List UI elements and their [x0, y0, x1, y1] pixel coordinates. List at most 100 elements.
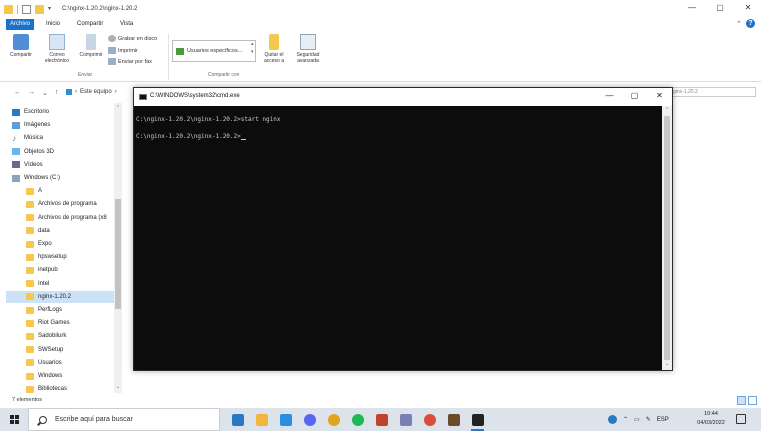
tab-compartir[interactable]: Compartir: [73, 19, 107, 30]
sidebar-item[interactable]: Expo: [26, 238, 114, 250]
customize-toolbar-chevron-icon[interactable]: ▾: [48, 5, 51, 14]
print-button[interactable]: Imprimir: [108, 47, 138, 54]
sidebar-item[interactable]: data: [26, 225, 114, 237]
spotify-app[interactable]: [348, 410, 367, 429]
sidebar-item-label: A: [38, 188, 43, 195]
sidebar-item[interactable]: A: [26, 185, 114, 197]
network-icon[interactable]: ▭: [634, 416, 640, 423]
sidebar-item[interactable]: Escritorio: [12, 106, 114, 118]
sidebar-item[interactable]: Intel: [26, 278, 114, 290]
chrome-app[interactable]: [324, 410, 343, 429]
sidebar-item-label: Archivos de programa (x8: [38, 214, 107, 221]
taskview-app[interactable]: [228, 410, 247, 429]
discord-app[interactable]: [300, 410, 319, 429]
ribbon-tabs: Archivo Inicio Compartir Vista ⌃ ?: [0, 18, 761, 30]
sidebar-item[interactable]: Riot Games: [26, 317, 114, 329]
sidebar-item[interactable]: Archivos de programa (x8: [26, 212, 114, 224]
sidebar-item[interactable]: Usuarios: [26, 357, 114, 369]
sidebar-item[interactable]: Windows: [26, 370, 114, 382]
minimize-button[interactable]: —: [687, 3, 697, 12]
cmd-scrollbar-thumb[interactable]: [664, 116, 670, 360]
forward-arrow-icon[interactable]: →: [28, 89, 35, 97]
explorer-title-bar[interactable]: ▾ C:\nginx-1.20.2\nginx-1.20.2 — ▢ ✕: [0, 0, 761, 18]
browser-app[interactable]: [372, 410, 391, 429]
scroll-down-icon[interactable]: ⌄: [114, 384, 122, 390]
advanced-security-button[interactable]: Seguridad avanzada: [291, 34, 325, 64]
notifications-icon[interactable]: [736, 414, 746, 424]
email-button[interactable]: Correo electrónico: [40, 34, 74, 64]
clock[interactable]: 10:44 04/03/2022: [690, 410, 732, 428]
share-button[interactable]: Compartir: [4, 34, 38, 58]
sidebar-item-label: Escritorio: [24, 109, 50, 115]
sidebar-item[interactable]: SWSetup: [26, 344, 114, 356]
chrome-canary-app[interactable]: [420, 410, 439, 429]
sidebar-item[interactable]: PerfLogs: [26, 304, 114, 316]
minus-app[interactable]: [396, 410, 415, 429]
cmd-console-output[interactable]: C:\nginx-1.20.2\nginx-1.20.2>start nginx…: [134, 106, 662, 370]
maximize-button[interactable]: ▢: [715, 3, 725, 12]
cmd-title-bar[interactable]: C:\WINDOWS\system32\cmd.exe — ▢ ✕: [134, 88, 672, 106]
sidebar-item[interactable]: Objetos 3D: [12, 146, 114, 158]
lock-icon: [269, 34, 279, 50]
sidebar-item[interactable]: ♪ Música: [12, 132, 114, 144]
tab-inicio[interactable]: Inicio: [42, 19, 64, 30]
sidebar-item[interactable]: Imágenes: [12, 119, 114, 131]
breadcrumb[interactable]: › Este equipo ›: [66, 89, 117, 95]
navigation-pane-scrollbar[interactable]: ⌃ ⌄: [114, 103, 122, 393]
pictures-icon: [12, 121, 20, 129]
quick-access-toolbar: ▾: [4, 5, 51, 14]
details-view-icon[interactable]: [737, 396, 746, 405]
tab-archivo[interactable]: Archivo: [6, 19, 35, 30]
cmd-icon: [139, 94, 147, 100]
sidebar-item[interactable]: nginx-1.20.2: [6, 290, 114, 303]
remove-access-button[interactable]: Quitar el acceso a: [257, 34, 291, 64]
clock-date: 04/03/2022: [697, 420, 725, 426]
sidebar-item[interactable]: Archivos de programa: [26, 198, 114, 210]
file-explorer-app[interactable]: [252, 410, 271, 429]
sidebar-item[interactable]: Sadobilurk: [26, 330, 114, 342]
sidebar-item[interactable]: hpswsetup: [26, 251, 114, 263]
assistant-icon[interactable]: [608, 415, 617, 424]
breadcrumb-separator-icon: ›: [114, 89, 117, 95]
cmd-minimize-button[interactable]: —: [605, 91, 614, 100]
vscode-app[interactable]: [276, 410, 295, 429]
cmd-scroll-up-icon[interactable]: ⌃: [662, 107, 672, 113]
breadcrumb-this-pc[interactable]: Este equipo: [80, 89, 112, 95]
sidebar-item-label: inetpub: [38, 267, 58, 274]
sidebar-item-label: Windows: [38, 373, 63, 379]
up-arrow-icon[interactable]: ↑: [55, 89, 59, 97]
combo-scroll-arrows-icon[interactable]: ▴ ▾: [251, 40, 254, 56]
share-with-combo[interactable]: Usuarios específicos...: [172, 40, 256, 62]
game-app[interactable]: [444, 410, 463, 429]
pen-icon[interactable]: ✎: [646, 416, 651, 423]
scroll-up-icon[interactable]: ⌃: [114, 105, 122, 111]
sidebar-item[interactable]: Vídeos: [12, 159, 114, 171]
folder-icon: [26, 385, 34, 393]
show-hidden-icons-chevron-icon[interactable]: ⌃: [623, 416, 628, 423]
sidebar-item[interactable]: inetpub: [26, 264, 114, 276]
large-icons-view-icon[interactable]: [748, 396, 757, 405]
expand-ribbon-chevron-icon[interactable]: ⌃: [736, 20, 742, 28]
cmd-maximize-button[interactable]: ▢: [630, 91, 639, 100]
fax-button[interactable]: Enviar por fax: [108, 58, 152, 65]
input-language[interactable]: ESP: [657, 417, 669, 423]
tab-vista[interactable]: Vista: [116, 19, 137, 30]
taskbar-search-box[interactable]: Escribe aquí para buscar: [28, 408, 220, 431]
cmd-close-button[interactable]: ✕: [655, 91, 664, 100]
properties-icon[interactable]: [22, 5, 31, 14]
burn-disc-button[interactable]: Grabar en disco: [108, 35, 157, 42]
cmd-scroll-down-icon[interactable]: ⌄: [662, 361, 672, 367]
cmd-window[interactable]: C:\WINDOWS\system32\cmd.exe — ▢ ✕ C:\ngi…: [133, 87, 673, 371]
help-icon[interactable]: ?: [746, 19, 755, 28]
recent-chevron-icon[interactable]: ⌄: [42, 89, 48, 97]
compress-button[interactable]: Comprimir: [74, 34, 108, 58]
start-button[interactable]: [0, 408, 28, 431]
disc-icon: [108, 35, 116, 42]
back-arrow-icon[interactable]: ←: [14, 89, 21, 97]
close-button[interactable]: ✕: [743, 3, 753, 12]
cmd-scrollbar[interactable]: ⌃ ⌄: [662, 106, 672, 370]
new-folder-icon[interactable]: [35, 5, 44, 14]
terminal-app[interactable]: [468, 410, 487, 431]
sidebar-item[interactable]: Windows (C:): [12, 172, 114, 184]
scrollbar-thumb[interactable]: [115, 199, 121, 309]
